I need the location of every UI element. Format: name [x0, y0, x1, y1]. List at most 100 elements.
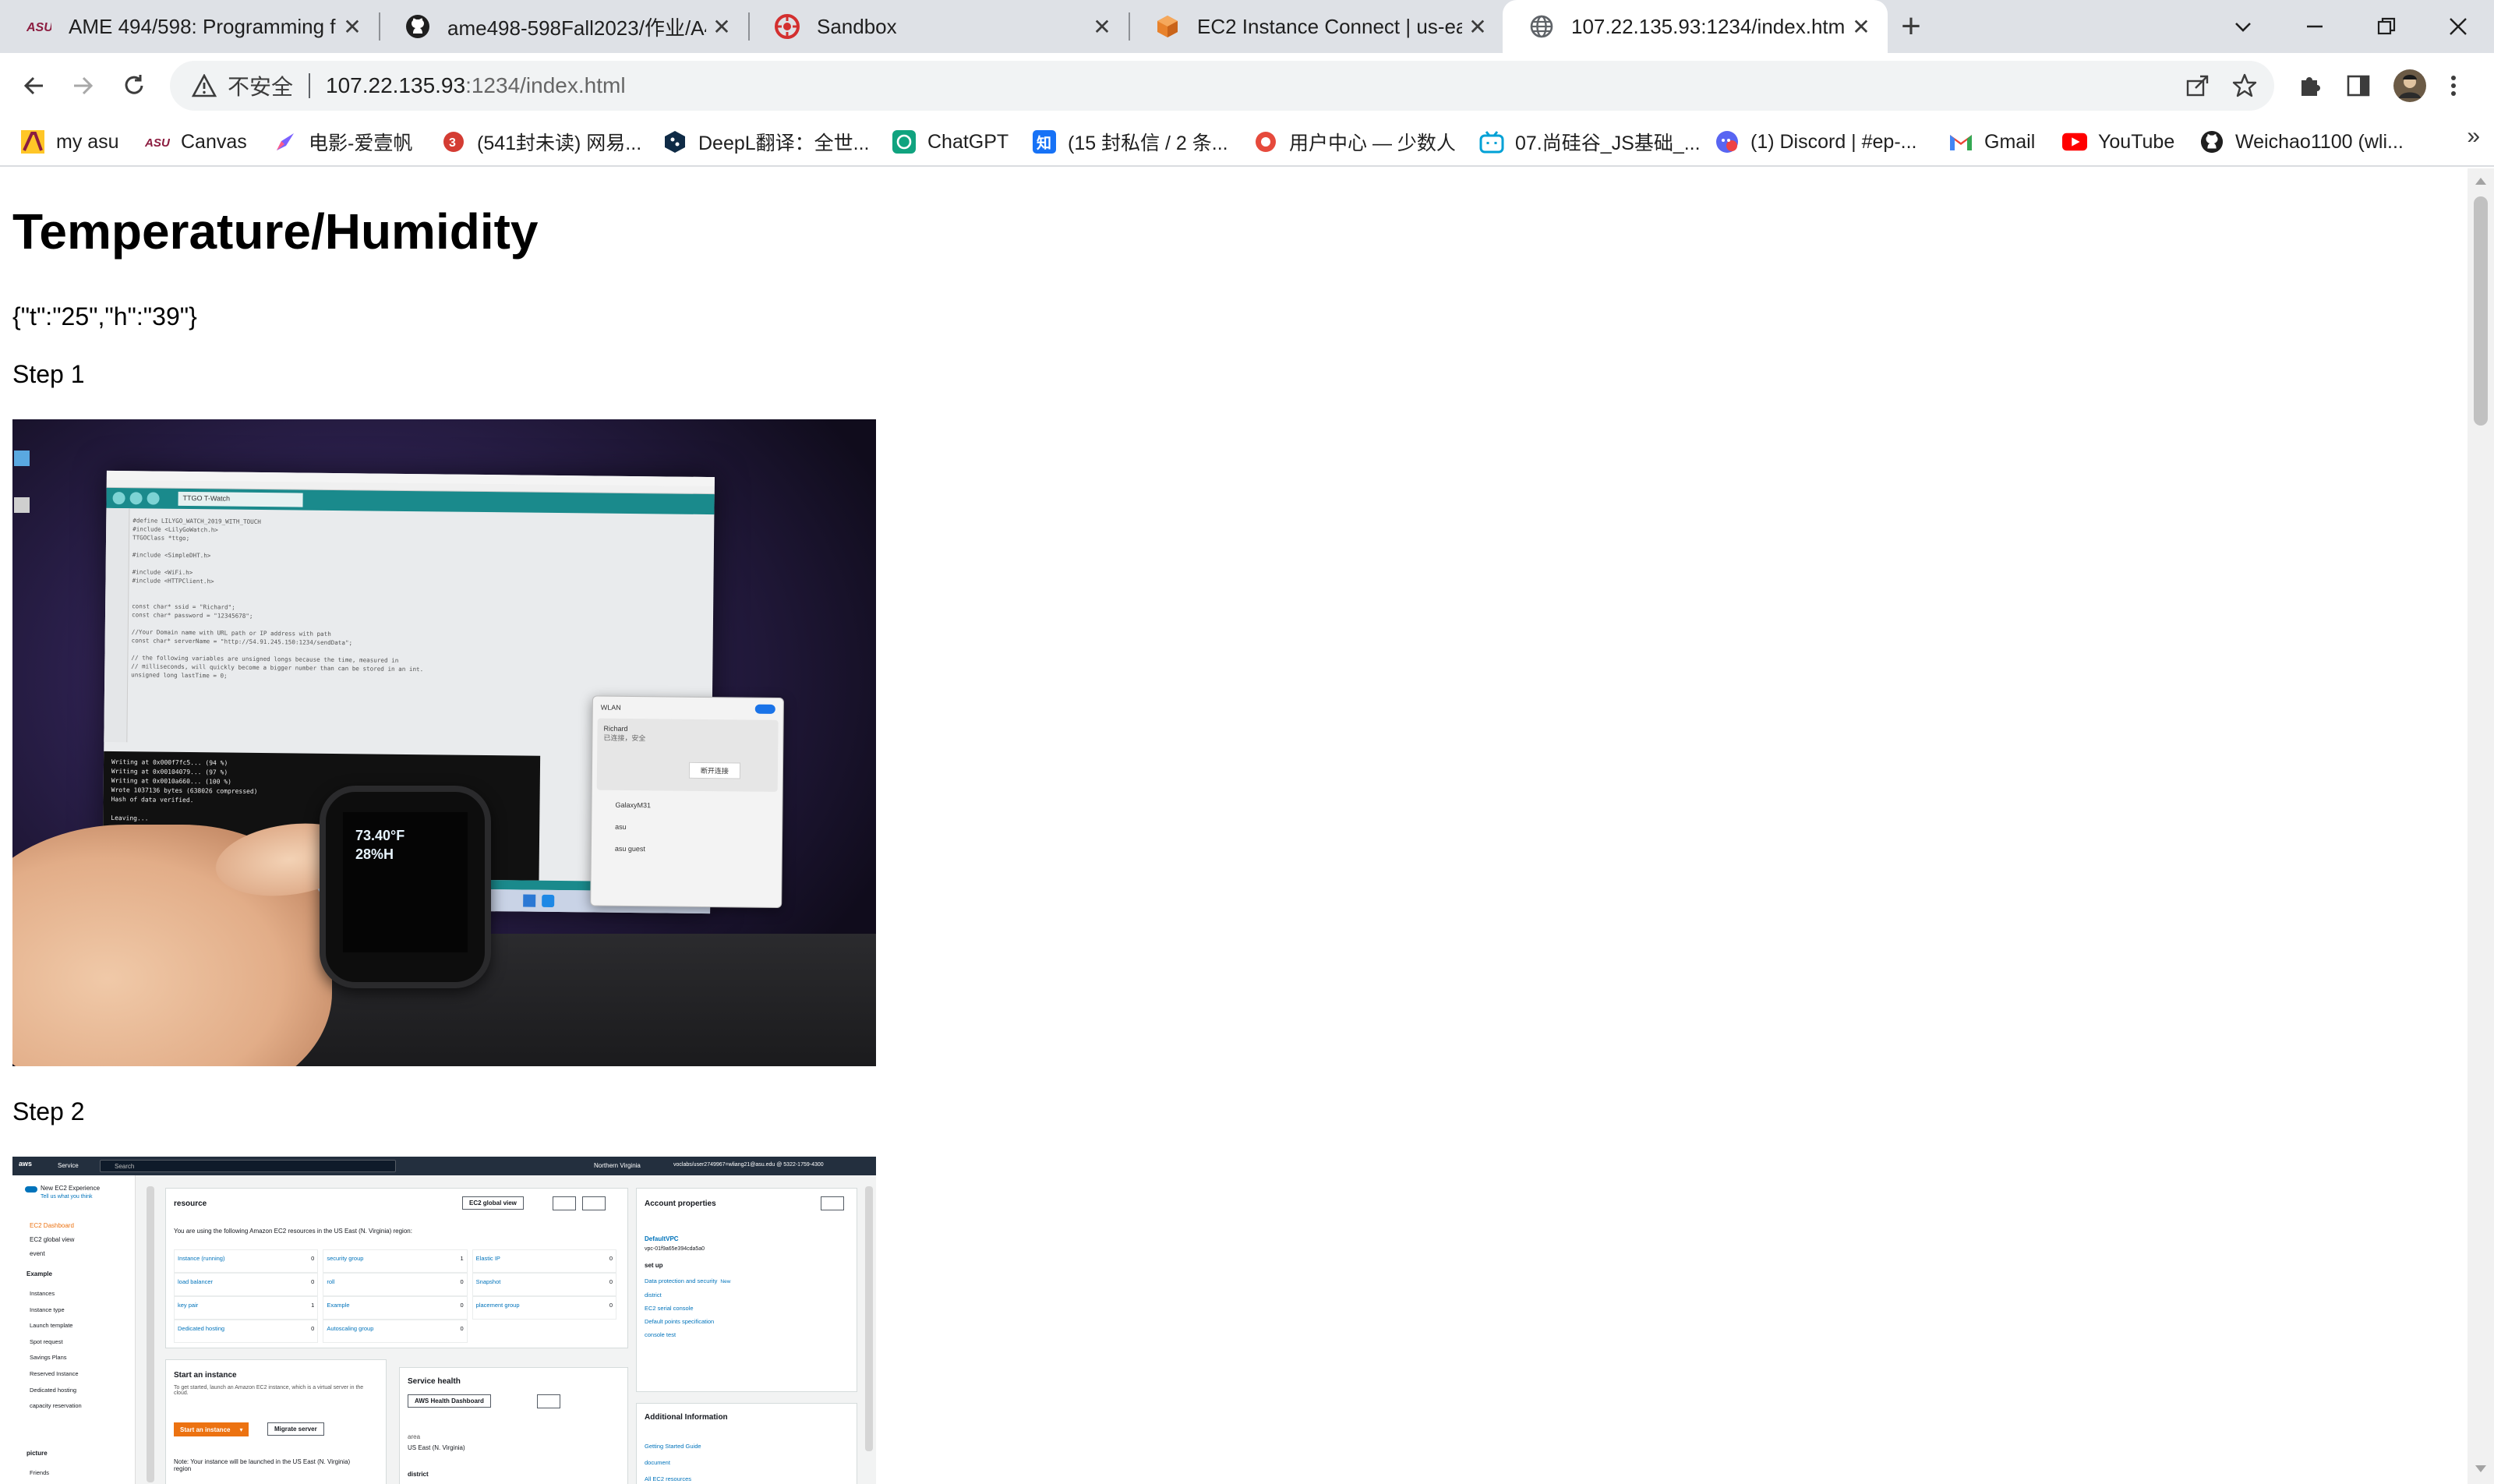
info-link: All EC2 resources — [645, 1475, 692, 1482]
step-2-ec2-screenshot: aws Service Search Northern Virginia voc… — [12, 1157, 876, 1484]
restore-icon — [2377, 17, 2396, 35]
panel-title: Start an instance — [174, 1371, 237, 1380]
close-icon[interactable]: ✕ — [337, 11, 368, 42]
tab-title: EC2 Instance Connect | us-eas — [1197, 14, 1462, 38]
tab-ame494[interactable]: ASU AME 494/598: Programming f ✕ — [0, 0, 380, 53]
close-window-button[interactable] — [2422, 0, 2494, 53]
share-icon[interactable] — [2182, 70, 2213, 101]
service-health-panel: Service health AWS Health Dashboard area… — [399, 1367, 628, 1484]
new-badge: New — [720, 1279, 731, 1284]
bookmark-bilibili[interactable]: 07.尚硅谷_JS基础_... — [1479, 125, 1701, 159]
new-tab-button[interactable]: + — [1892, 7, 1930, 45]
bookmark-chatgpt[interactable]: ChatGPT — [892, 125, 1009, 159]
forward-button[interactable] — [61, 64, 104, 108]
bookmark-zhihu[interactable]: 知 (15 封私信 / 2 条... — [1032, 125, 1228, 159]
netease-icon: 3 — [441, 129, 466, 154]
step-1-photo: TTGO T-Watch #define LILYGO_WATCH_2019_W… — [12, 419, 876, 1066]
resource-cell: roll 0 — [323, 1273, 468, 1296]
tab-github-homework[interactable]: ame498-598Fall2023/作业/A4 ✕ — [379, 0, 750, 53]
setup-link: EC2 serial console — [645, 1305, 694, 1312]
close-icon[interactable]: ✕ — [1086, 11, 1118, 42]
watch-screen: 73.40°F 28%H — [343, 812, 468, 952]
resource-link: roll — [327, 1278, 335, 1285]
close-icon[interactable]: ✕ — [1462, 11, 1493, 42]
deepl-icon — [662, 129, 687, 154]
bookmark-iyf[interactable]: 电影-爱壹帆 — [273, 125, 412, 159]
bookmark-label: Gmail — [1984, 130, 2036, 153]
bookmark-discord[interactable]: (1) Discord | #ep-... — [1715, 125, 1917, 159]
bookmark-label: Canvas — [181, 130, 247, 153]
puzzle-icon — [2301, 77, 2320, 96]
setup-link: Data protection and security New — [645, 1277, 731, 1284]
step-2-label: Step 2 — [12, 1097, 85, 1125]
back-button[interactable] — [12, 64, 56, 108]
setup-heading: set up — [645, 1262, 663, 1269]
bookmark-deepl[interactable]: DeepL翻译：全世... — [662, 125, 870, 159]
bookmark-my-asu[interactable]: my asu — [20, 125, 119, 159]
services-menu: Service — [58, 1162, 79, 1169]
bookmark-star-icon[interactable] — [2229, 70, 2260, 101]
side-panel-button[interactable] — [2337, 64, 2380, 108]
region-note: Note: Your instance will be launched in … — [174, 1458, 351, 1472]
close-icon[interactable]: ✕ — [1846, 11, 1877, 42]
bookmark-label: YouTube — [2098, 130, 2175, 153]
chrome-menu-button[interactable] — [2438, 64, 2469, 108]
ide-code-area: #define LILYGO_WATCH_2019_WITH_TOUCH #in… — [130, 516, 600, 747]
tab-sandbox[interactable]: Sandbox ✕ — [748, 0, 1130, 53]
wifi-network: asu guest — [614, 844, 645, 853]
sidebar-link: Launch template — [30, 1322, 73, 1330]
warning-icon[interactable] — [189, 70, 220, 101]
tab-ec2-connect[interactable]: EC2 Instance Connect | us-eas ✕ — [1129, 0, 1504, 53]
tab-index-html[interactable]: 107.22.135.93:1234/index.htm ✕ — [1503, 0, 1888, 53]
scroll-up-arrow[interactable] — [2475, 178, 2486, 185]
sidebar-link: Spot request — [30, 1337, 63, 1345]
address-bar[interactable]: 不安全 107.22.135.93 :1234/index.html — [170, 61, 2274, 111]
chevron-down-icon: ▾ — [239, 1426, 243, 1433]
resource-link: key pair — [178, 1302, 199, 1309]
bookmark-label: 07.尚硅谷_JS基础_... — [1515, 132, 1701, 154]
bookmark-youtube[interactable]: YouTube — [2062, 125, 2174, 159]
asu-logo-icon: ASU — [26, 14, 51, 39]
bookmark-canvas[interactable]: ASU Canvas — [145, 125, 247, 159]
aws-logo: aws — [19, 1160, 33, 1168]
tab-search-button[interactable] — [2207, 0, 2279, 53]
district-label: district — [408, 1471, 429, 1478]
panel-title: Account properties — [645, 1200, 716, 1208]
minimize-button[interactable] — [2279, 0, 2351, 53]
aws-nav-bar: aws Service Search Northern Virginia voc… — [12, 1157, 876, 1175]
page-scrollbar[interactable] — [2468, 168, 2494, 1484]
bookmarks-overflow-button[interactable]: » — [2467, 123, 2480, 150]
sidebar-link: Instance type — [30, 1306, 65, 1313]
not-secure-label[interactable]: 不安全 — [228, 70, 293, 101]
area-label: area — [408, 1433, 421, 1440]
bookmark-label: Weichao1100 (wli... — [2235, 130, 2404, 153]
chevron-down-icon — [2235, 23, 2251, 32]
watch-temperature: 73.40°F — [355, 828, 405, 843]
bookmark-netease[interactable]: 3 (541封未读) 网易... — [441, 125, 641, 159]
sidebar-link: Reserved Instance — [30, 1369, 79, 1377]
setup-link: district — [645, 1291, 662, 1298]
desktop-icon-column — [12, 443, 31, 575]
minimize-icon — [2307, 25, 2323, 28]
reload-button[interactable] — [112, 64, 156, 108]
resource-row: Instance (running) 0 security group 1 Elasti… — [174, 1249, 621, 1273]
scrollbar-thumb[interactable] — [2474, 196, 2488, 426]
svg-text:知: 知 — [1037, 134, 1051, 152]
wifi-network: GalaxyM31 — [615, 800, 652, 810]
extensions-button[interactable] — [2288, 64, 2332, 108]
bookmark-user-center[interactable]: 用户中心 — 少数人 — [1253, 125, 1456, 159]
resource-link: Snapshot — [475, 1278, 501, 1285]
close-icon[interactable]: ✕ — [706, 11, 737, 42]
myasu-icon — [20, 129, 45, 154]
bookmark-label: 电影-爱壹帆 — [309, 132, 413, 154]
resource-cell: key pair 1 — [174, 1296, 319, 1320]
bookmark-weichao-github[interactable]: Weichao1100 (wli... — [2199, 125, 2404, 159]
profile-button[interactable] — [2388, 64, 2432, 108]
resources-panel: resource EC2 global view You are using t… — [165, 1188, 628, 1348]
default-vpc-link: DefaultVPC — [645, 1235, 679, 1242]
bookmark-gmail[interactable]: Gmail — [1948, 125, 2035, 159]
scroll-down-arrow[interactable] — [2475, 1465, 2486, 1472]
tab-title: AME 494/598: Programming f — [69, 14, 336, 38]
restore-button[interactable] — [2351, 0, 2422, 53]
bookmark-label: my asu — [56, 130, 119, 153]
